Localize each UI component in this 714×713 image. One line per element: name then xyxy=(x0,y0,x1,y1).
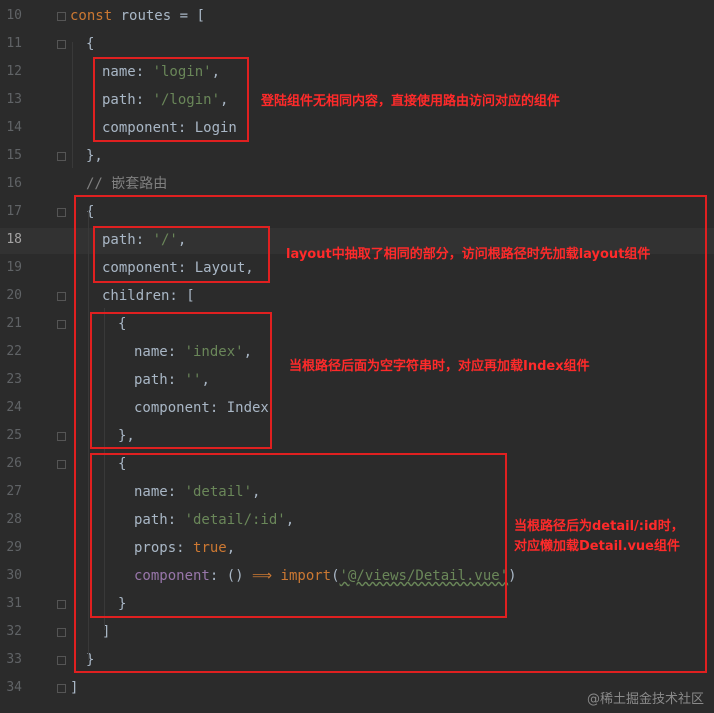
line-number: 11 xyxy=(6,36,22,51)
code-text: // 嵌套路由 xyxy=(86,176,168,192)
line-number: 16 xyxy=(6,176,22,191)
index-route-box xyxy=(90,312,272,449)
index-annotation: 当根路径后面为空字符串时，对应再加载Index组件 xyxy=(289,359,590,374)
indent-guide xyxy=(72,42,73,168)
code-line[interactable]: 15}, xyxy=(0,142,714,170)
fold-marker[interactable] xyxy=(57,12,66,21)
code-line[interactable]: 10 const routes = [ xyxy=(0,2,714,30)
code-text: ] xyxy=(70,680,79,696)
fold-marker[interactable] xyxy=(57,432,66,441)
line-number: 34 xyxy=(6,680,22,695)
line-number: 10 xyxy=(6,8,22,23)
fold-marker[interactable] xyxy=(57,684,66,693)
line-number: 24 xyxy=(6,400,22,415)
login-route-box xyxy=(93,57,249,142)
code-text: { xyxy=(86,36,95,52)
line-number: 20 xyxy=(6,288,22,303)
line-number: 27 xyxy=(6,484,22,499)
fold-marker[interactable] xyxy=(57,460,66,469)
line-number: 18 xyxy=(6,232,22,247)
fold-marker[interactable] xyxy=(57,628,66,637)
layout-annotation: layout中抽取了相同的部分，访问根路径时先加载layout组件 xyxy=(286,247,651,262)
line-number: 26 xyxy=(6,456,22,471)
fold-marker[interactable] xyxy=(57,208,66,217)
line-number: 21 xyxy=(6,316,22,331)
code-line[interactable]: 16 // 嵌套路由 xyxy=(0,170,714,198)
layout-route-box xyxy=(93,226,270,283)
line-number: 15 xyxy=(6,148,22,163)
detail-annotation: 当根路径后为detail/:id时， 对应懒加载Detail.vue组件 xyxy=(514,519,684,554)
line-number: 23 xyxy=(6,372,22,387)
line-number: 19 xyxy=(6,260,22,275)
code-text: const routes = [ xyxy=(70,8,205,24)
detail-route-box xyxy=(90,453,507,618)
line-number: 32 xyxy=(6,624,22,639)
fold-marker[interactable] xyxy=(57,40,66,49)
code-editor[interactable]: 10 const routes = [11{12 name: 'login', 13 p… xyxy=(0,0,714,713)
line-number: 33 xyxy=(6,652,22,667)
line-number: 30 xyxy=(6,568,22,583)
fold-marker[interactable] xyxy=(57,320,66,329)
fold-marker[interactable] xyxy=(57,600,66,609)
watermark: @稀土掘金技术社区 xyxy=(586,692,704,707)
login-annotation: 登陆组件无相同内容，直接使用路由访问对应的组件 xyxy=(261,94,561,109)
line-number: 13 xyxy=(6,92,22,107)
line-number: 22 xyxy=(6,344,22,359)
line-number: 25 xyxy=(6,428,22,443)
line-number: 17 xyxy=(6,204,22,219)
fold-marker[interactable] xyxy=(57,656,66,665)
code-text: }, xyxy=(86,148,103,164)
line-number: 31 xyxy=(6,596,22,611)
fold-marker[interactable] xyxy=(57,292,66,301)
line-number: 28 xyxy=(6,512,22,527)
line-number: 14 xyxy=(6,120,22,135)
line-number: 12 xyxy=(6,64,22,79)
line-number: 29 xyxy=(6,540,22,555)
fold-marker[interactable] xyxy=(57,152,66,161)
code-line[interactable]: 11 { xyxy=(0,30,714,58)
